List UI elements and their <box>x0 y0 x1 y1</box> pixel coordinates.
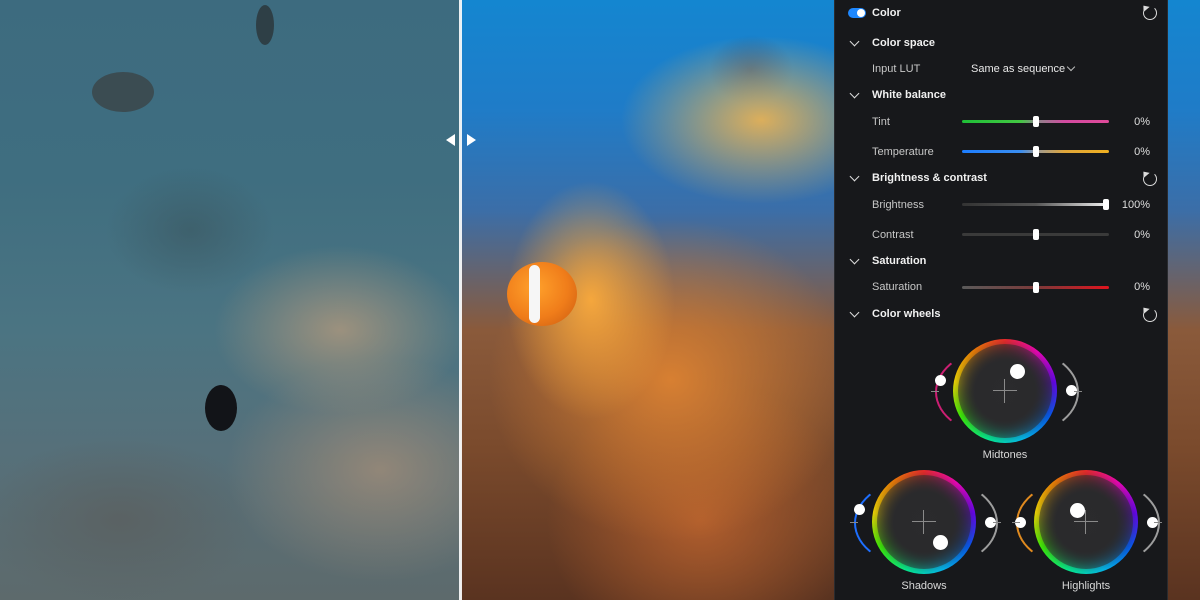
fish-small <box>256 5 274 45</box>
before-image <box>0 0 461 600</box>
tint-label: Tint <box>872 116 890 128</box>
saturation-slider[interactable] <box>962 282 1109 293</box>
shadows-right-tick <box>993 522 1001 523</box>
tint-slider-handle[interactable] <box>1032 116 1039 127</box>
fish-black <box>205 385 237 431</box>
shadows-wheel-handle[interactable] <box>933 535 948 550</box>
brightness-value: 100% <box>1121 199 1150 211</box>
shadows-color-wheel[interactable] <box>872 470 976 574</box>
brightness-contrast-reset-icon[interactable] <box>1143 172 1157 186</box>
white-balance-title[interactable]: White balance <box>872 89 946 101</box>
contrast-slider-handle[interactable] <box>1032 229 1039 240</box>
color-wheels-title[interactable]: Color wheels <box>872 308 940 320</box>
left-arrow-icon <box>446 134 455 146</box>
midtones-color-wheel[interactable] <box>953 339 1057 443</box>
midtones-label: Midtones <box>982 449 1028 461</box>
saturation-label: Saturation <box>872 281 923 293</box>
highlights-crosshair-v <box>1085 510 1086 534</box>
highlights-label: Highlights <box>1061 580 1111 592</box>
color-title: Color <box>872 7 901 19</box>
color-toggle[interactable] <box>848 8 866 18</box>
highlights-crosshair-h <box>1074 521 1098 522</box>
tint-value: 0% <box>1134 116 1150 128</box>
midtones-right-tick <box>1074 391 1082 392</box>
brightness-slider[interactable] <box>962 199 1110 210</box>
contrast-slider[interactable] <box>962 229 1109 240</box>
midtones-luma-left-handle[interactable] <box>935 375 946 386</box>
temperature-slider[interactable] <box>962 146 1109 157</box>
midtones-crosshair-h <box>993 390 1017 391</box>
tint-slider[interactable] <box>962 116 1109 127</box>
right-arrow-icon <box>467 134 476 146</box>
color-space-title[interactable]: Color space <box>872 37 935 49</box>
shadows-crosshair-v <box>923 510 924 534</box>
color-reset-icon[interactable] <box>1143 6 1157 20</box>
fish-dark <box>92 72 154 112</box>
midtones-crosshair-v <box>1004 379 1005 403</box>
brightness-label: Brightness <box>872 199 924 211</box>
left-right-arrows-icon[interactable] <box>446 132 476 148</box>
clownfish-stripe <box>529 265 540 323</box>
saturation-slider-handle[interactable] <box>1032 282 1039 293</box>
saturation-value: 0% <box>1134 281 1150 293</box>
clownfish <box>507 262 577 326</box>
contrast-value: 0% <box>1134 229 1150 241</box>
input-lut-chevron-down-icon[interactable] <box>1066 62 1076 72</box>
brightness-contrast-title[interactable]: Brightness & contrast <box>872 172 987 184</box>
brightness-contrast-chevron-icon[interactable] <box>849 171 860 182</box>
temperature-label: Temperature <box>872 146 934 158</box>
midtones-left-tick <box>931 391 939 392</box>
color-space-chevron-icon[interactable] <box>849 36 860 47</box>
input-lut-label: Input LUT <box>872 63 921 75</box>
saturation-title[interactable]: Saturation <box>872 255 926 267</box>
shadows-luma-left-handle[interactable] <box>854 504 865 515</box>
highlights-wheel-handle[interactable] <box>1070 503 1085 518</box>
contrast-label: Contrast <box>872 229 914 241</box>
highlights-left-tick <box>1012 522 1020 523</box>
color-wheels-chevron-icon[interactable] <box>849 307 860 318</box>
temperature-slider-handle[interactable] <box>1032 146 1039 157</box>
white-balance-chevron-icon[interactable] <box>849 88 860 99</box>
shadows-crosshair-h <box>912 521 936 522</box>
color-panel: Color Color space Input LUT Same as sequ… <box>834 0 1168 600</box>
shadows-left-tick <box>850 522 858 523</box>
color-wheels-reset-icon[interactable] <box>1143 308 1157 322</box>
split-divider[interactable] <box>459 0 462 600</box>
highlights-color-wheel[interactable] <box>1034 470 1138 574</box>
brightness-slider-handle[interactable] <box>1103 199 1110 210</box>
saturation-chevron-icon[interactable] <box>849 254 860 265</box>
input-lut-select[interactable]: Same as sequence <box>971 63 1065 75</box>
midtones-wheel-handle[interactable] <box>1010 364 1025 379</box>
highlights-right-tick <box>1154 522 1162 523</box>
temperature-value: 0% <box>1134 146 1150 158</box>
shadows-label: Shadows <box>901 580 947 592</box>
